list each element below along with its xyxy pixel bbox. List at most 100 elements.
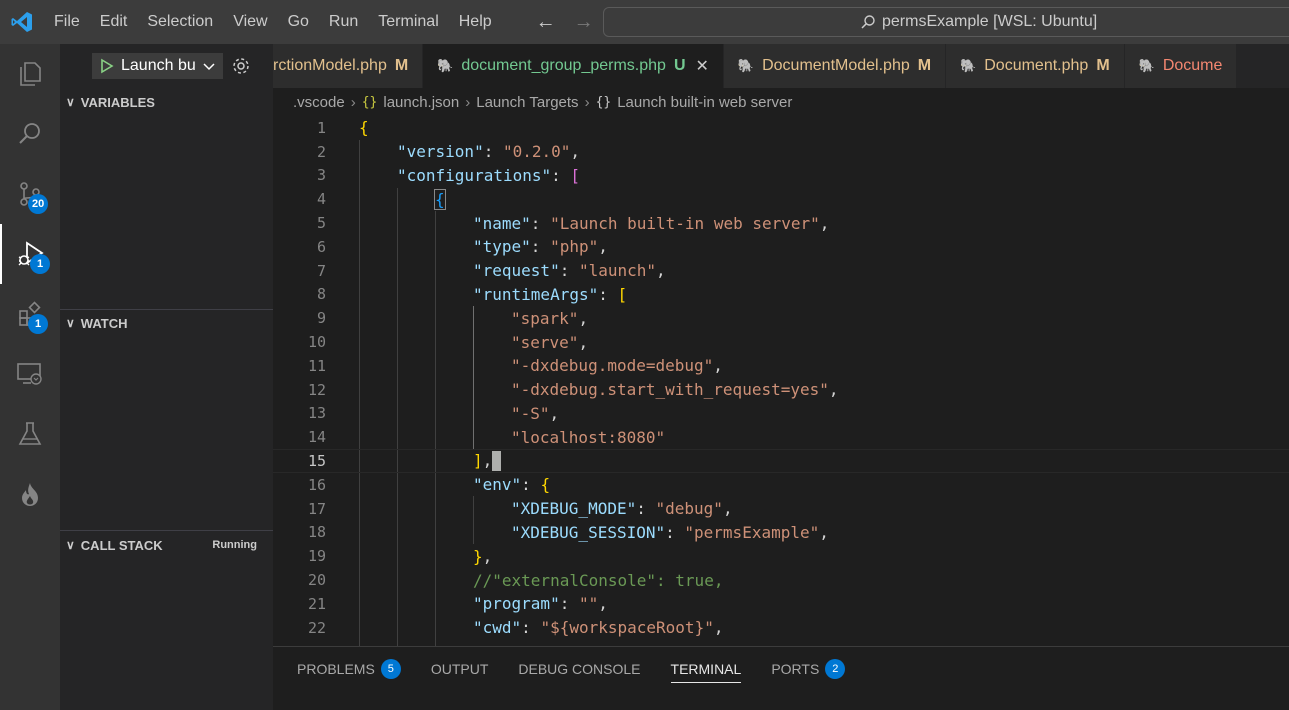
tab-debug-console[interactable]: DEBUG CONSOLE: [518, 647, 640, 691]
line-number: 6: [316, 237, 326, 256]
line-number: 22: [307, 618, 326, 637]
tab-documentmodel[interactable]: 🐘 DocumentModel.php M: [723, 44, 947, 88]
breadcrumb-item[interactable]: Launch built-in web server: [617, 94, 792, 111]
line-number: 16: [307, 475, 326, 494]
menu-help[interactable]: Help: [449, 0, 502, 44]
section-divider: [60, 530, 273, 531]
tab-label: DocumentModel.php: [762, 57, 910, 74]
watch-section-header[interactable]: ∨ WATCH: [60, 311, 273, 335]
line-number: 8: [316, 285, 326, 304]
run-debug-sidebar: Launch bu ∨ VARIABLES ∨ WATCH ∨ CALL STA…: [60, 44, 273, 710]
tab-rctionmodel[interactable]: rctionModel.php M: [273, 44, 424, 88]
tab-docume[interactable]: 🐘 Docume: [1124, 44, 1238, 88]
codeigniter-flame-icon[interactable]: [0, 464, 60, 524]
tab-terminal[interactable]: TERMINAL: [670, 655, 742, 683]
tab-label: document_group_perms.php: [461, 57, 666, 74]
call-stack-section-header[interactable]: ∨ CALL STACK Running: [60, 533, 273, 557]
menu-go[interactable]: Go: [278, 0, 319, 44]
panel-tabs: PROBLEMS 5 OUTPUT DEBUG CONSOLE TERMINAL…: [273, 647, 1289, 691]
code-text: "name": "Launch built-in web server",: [473, 213, 830, 233]
menu-selection[interactable]: Selection: [137, 0, 223, 44]
forward-arrow-icon[interactable]: →: [574, 11, 594, 34]
tab-label: PROBLEMS: [297, 661, 375, 677]
line-number: 9: [316, 309, 326, 328]
code-line: 19},: [273, 544, 1289, 568]
tab-status: M: [394, 57, 409, 74]
code-line: 6 "type": "php",: [273, 235, 1289, 259]
menu-file[interactable]: File: [44, 0, 90, 44]
source-control-icon[interactable]: 20: [0, 164, 60, 224]
chevron-down-icon: [203, 63, 215, 71]
code-line: 4{: [273, 187, 1289, 211]
code-line: 2 "version": "0.2.0",: [273, 140, 1289, 164]
tab-output[interactable]: OUTPUT: [431, 647, 489, 691]
launch-config-dropdown[interactable]: Launch bu: [92, 53, 223, 79]
search-icon[interactable]: [0, 104, 60, 164]
code-text: "runtimeArgs": [: [473, 284, 628, 304]
breadcrumb-item[interactable]: launch.json: [383, 94, 459, 111]
tab-problems[interactable]: PROBLEMS 5: [297, 647, 401, 691]
start-debugging-icon[interactable]: [99, 58, 115, 74]
json-file-icon: {}: [361, 94, 378, 110]
line-number: 12: [307, 380, 326, 399]
tab-ports[interactable]: PORTS 2: [771, 647, 846, 691]
chevron-right-icon: ›: [584, 93, 590, 111]
chevron-right-icon: ›: [350, 93, 356, 111]
extensions-icon[interactable]: 1: [0, 284, 60, 344]
code-text: {: [434, 188, 446, 210]
code-text: "env": {: [473, 475, 551, 495]
breadcrumb-item[interactable]: Launch Targets: [476, 94, 578, 111]
back-arrow-icon[interactable]: ←: [536, 11, 556, 34]
menu-run[interactable]: Run: [319, 0, 368, 44]
code-text: {: [359, 118, 369, 138]
gear-icon[interactable]: [231, 56, 251, 76]
explorer-icon[interactable]: [0, 44, 60, 104]
command-center-label: permsExample [WSL: Ubuntu]: [882, 13, 1098, 30]
tab-label: TERMINAL: [670, 660, 742, 677]
code-line: 21 "program": "",: [273, 592, 1289, 616]
code-line: 22 "cwd": "${workspaceRoot}",: [273, 616, 1289, 640]
remote-explorer-icon[interactable]: [0, 344, 60, 404]
run-debug-icon[interactable]: 1: [0, 224, 60, 284]
code-line: 5 "name": "Launch built-in web server",: [273, 211, 1289, 235]
line-number: 18: [307, 523, 326, 542]
line-number: 11: [307, 356, 326, 375]
code-line: 10 "serve",: [273, 330, 1289, 354]
code-line: 3 "configurations": [: [273, 164, 1289, 188]
watch-title: WATCH: [80, 315, 128, 331]
tab-document[interactable]: 🐘 Document.php M: [946, 44, 1125, 88]
code-line: 8 "runtimeArgs": [: [273, 283, 1289, 307]
code-text: "localhost:8080": [511, 427, 666, 447]
code-editor[interactable]: 1{ 2 "version": "0.2.0", 3 "configurations…: [273, 116, 1289, 646]
line-number: 20: [307, 571, 326, 590]
vscode-logo-icon: [0, 0, 44, 44]
call-stack-status: Running: [212, 539, 257, 551]
problems-badge: 5: [380, 659, 401, 679]
source-control-badge: 20: [28, 194, 49, 214]
tab-status: M: [917, 57, 932, 74]
line-number: 13: [307, 404, 326, 423]
close-icon[interactable]: ✕: [696, 56, 709, 76]
activity-bar: 20 1 1: [0, 44, 60, 710]
php-elephant-icon: 🐘: [960, 58, 977, 73]
code-text: "XDEBUG_SESSION": "permsExample",: [511, 522, 829, 542]
code-text: },: [473, 546, 493, 566]
run-header: Launch bu: [60, 44, 273, 88]
chevron-down-icon: ∨: [66, 95, 75, 109]
line-number: 10: [307, 333, 326, 352]
ports-badge: 2: [825, 659, 846, 679]
menu-edit[interactable]: Edit: [90, 0, 138, 44]
menu-terminal[interactable]: Terminal: [368, 0, 448, 44]
tab-status: M: [1096, 57, 1110, 74]
php-elephant-icon: 🐘: [737, 58, 755, 73]
editor-tabs: rctionModel.php M 🐘 document_group_perms…: [273, 44, 1289, 88]
variables-section-header[interactable]: ∨ VARIABLES: [60, 90, 273, 114]
line-number: 5: [316, 214, 326, 233]
line-number: 15: [307, 452, 326, 471]
breadcrumb-item[interactable]: .vscode: [293, 94, 345, 111]
tab-document-group-perms[interactable]: 🐘 document_group_perms.php U ✕: [423, 44, 724, 88]
testing-flask-icon[interactable]: [0, 404, 60, 464]
command-center[interactable]: permsExample [WSL: Ubuntu]: [603, 7, 1289, 37]
run-debug-badge: 1: [30, 254, 50, 274]
menu-view[interactable]: View: [223, 0, 277, 44]
